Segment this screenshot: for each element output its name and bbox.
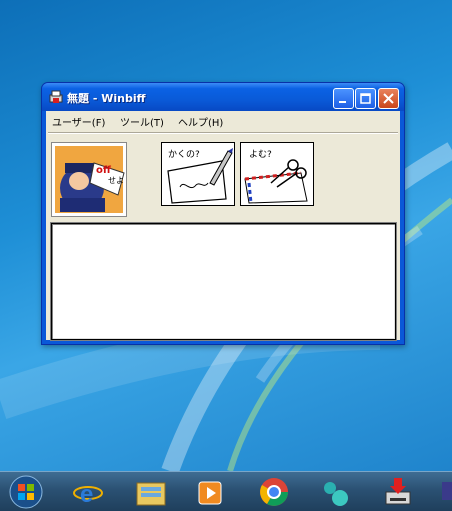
close-icon [383,93,394,104]
ie-icon[interactable]: e [70,474,106,510]
winbiff-window: 無題 - Winbiff ユーザー(F) ツール(T) ヘルプ(H) off せ… [41,82,405,345]
menu-tools[interactable]: ツール(T) [120,114,164,129]
winbiff-printer-icon[interactable] [48,89,64,105]
write-mail-button[interactable]: かくの? [161,142,235,206]
menu-help[interactable]: ヘルプ(H) [178,114,223,129]
folder-icon[interactable] [133,474,169,510]
windows-start-icon[interactable] [8,474,44,510]
off-stamp-button[interactable]: off せよ [51,142,127,217]
taskbar-overflow-icon[interactable] [440,474,452,510]
write-mail-label: かくの? [168,150,200,160]
bubbles-icon[interactable] [318,474,354,510]
minimize-button[interactable] [333,88,354,109]
read-mail-button[interactable]: よむ? [240,142,314,206]
title-bar[interactable]: 無題 - Winbiff [42,83,404,111]
minimize-icon [339,101,346,103]
close-button[interactable] [378,88,399,109]
menu-divider [48,132,398,134]
media-player-icon[interactable] [192,474,228,510]
maximize-icon [360,93,371,104]
message-area[interactable] [50,222,397,341]
svg-text:e: e [80,481,93,508]
off-stamp-text-seyo: せよ [108,176,124,185]
printer-download-icon[interactable] [380,474,416,510]
window-client: ユーザー(F) ツール(T) ヘルプ(H) off せよ かくの? よむ? [46,111,400,341]
taskbar: e [0,471,452,511]
menu-user[interactable]: ユーザー(F) [52,114,105,129]
chrome-icon[interactable] [256,474,292,510]
window-title: 無題 - Winbiff [67,92,146,105]
maximize-button[interactable] [355,88,376,109]
menu-bar: ユーザー(F) ツール(T) ヘルプ(H) [46,111,400,131]
read-mail-label: よむ? [249,150,272,160]
